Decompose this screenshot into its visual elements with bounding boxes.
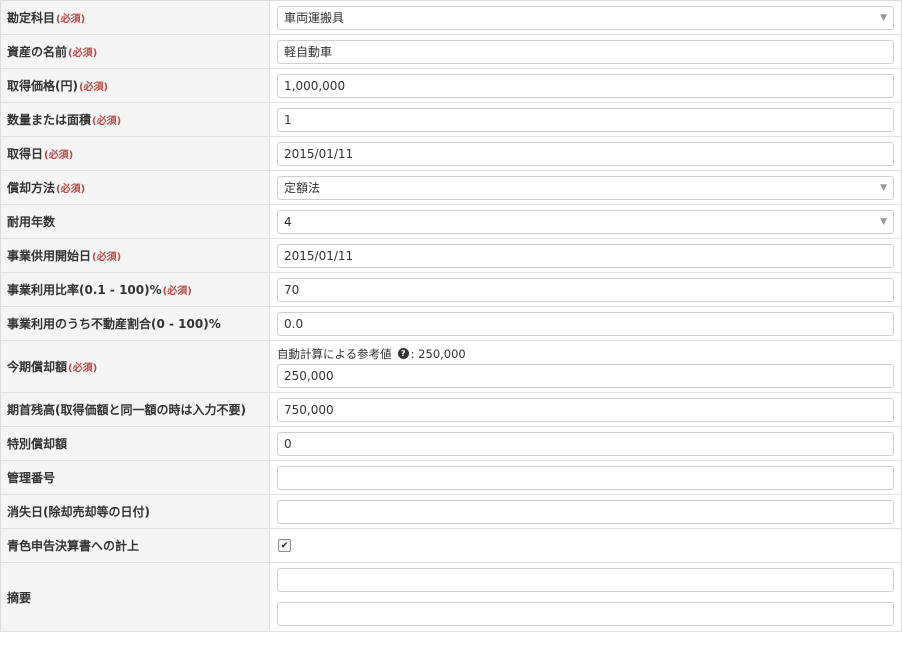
management-number-input[interactable] — [277, 465, 894, 490]
service-start-date-input[interactable]: 2015/01/11 — [277, 243, 894, 268]
label-depreciation-method: 償却方法 (必須) — [1, 171, 270, 204]
label-asset-name: 資産の名前 (必須) — [1, 35, 270, 68]
required-badge: (必須) — [44, 150, 74, 161]
row-quantity: 数量または面積 (必須) 1 — [1, 103, 901, 137]
row-special-depreciation: 特別償却額 0 — [1, 427, 901, 461]
required-badge: (必須) — [92, 116, 122, 127]
disposal-date-input[interactable] — [277, 499, 894, 524]
row-disposal-date: 消失日(除却売却等の日付) — [1, 495, 901, 529]
row-asset-name: 資産の名前 (必須) 軽自動車 — [1, 35, 901, 69]
caret-down-icon: ▼ — [880, 216, 887, 227]
label-acquisition-date: 取得日 (必須) — [1, 137, 270, 170]
required-badge: (必須) — [92, 252, 122, 263]
label-real-estate-ratio: 事業利用のうち不動産割合(0 - 100)% — [1, 307, 270, 340]
label-quantity: 数量または面積 (必須) — [1, 103, 270, 136]
required-badge: (必須) — [56, 14, 86, 25]
quantity-input[interactable]: 1 — [277, 107, 894, 132]
acquisition-date-input[interactable]: 2015/01/11 — [277, 141, 894, 166]
opening-balance-input[interactable]: 750,000 — [277, 397, 894, 422]
label-opening-balance: 期首残高(取得価額と同一額の時は入力不要) — [1, 393, 270, 426]
row-opening-balance: 期首残高(取得価額と同一額の時は入力不要) 750,000 — [1, 393, 901, 427]
acquisition-price-input[interactable]: 1,000,000 — [277, 73, 894, 98]
required-badge: (必須) — [68, 363, 98, 374]
blue-return-checkbox[interactable]: ✔ — [278, 539, 291, 552]
asset-name-input[interactable]: 軽自動車 — [277, 39, 894, 64]
row-acquisition-price: 取得価格(円) (必須) 1,000,000 — [1, 69, 901, 103]
depreciation-method-select[interactable]: 定額法 ▼ — [277, 175, 894, 200]
current-depreciation-input[interactable]: 250,000 — [277, 363, 894, 388]
caret-down-icon: ▼ — [880, 182, 887, 193]
label-blue-return: 青色申告決算書への計上 — [1, 529, 270, 562]
required-badge: (必須) — [162, 286, 192, 297]
label-service-start-date: 事業供用開始日 (必須) — [1, 239, 270, 272]
required-badge: (必須) — [68, 48, 98, 59]
row-business-use-ratio: 事業利用比率(0.1 - 100)% (必須) 70 — [1, 273, 901, 307]
label-management-number: 管理番号 — [1, 461, 270, 494]
row-account: 勘定科目 (必須) 車両運搬具 ▼ — [1, 1, 901, 35]
question-circle-icon[interactable]: ? — [397, 348, 409, 359]
row-current-depreciation: 今期償却額 (必須) 自動計算による参考値 ? : 250,000 250,000 — [1, 341, 901, 393]
required-badge: (必須) — [78, 82, 109, 93]
remarks-input-1[interactable] — [277, 568, 894, 592]
row-depreciation-method: 償却方法 (必須) 定額法 ▼ — [1, 171, 901, 205]
real-estate-ratio-input[interactable]: 0.0 — [277, 311, 894, 336]
account-select[interactable]: 車両運搬具 ▼ — [277, 5, 894, 30]
label-current-depreciation: 今期償却額 (必須) — [1, 341, 270, 392]
label-remarks: 摘要 — [1, 563, 270, 631]
label-account: 勘定科目 (必須) — [1, 1, 270, 34]
special-depreciation-input[interactable]: 0 — [277, 431, 894, 456]
row-acquisition-date: 取得日 (必須) 2015/01/11 — [1, 137, 901, 171]
row-useful-life: 耐用年数 4 ▼ — [1, 205, 901, 239]
asset-form: 勘定科目 (必須) 車両運搬具 ▼ 資産の名前 (必須) 軽自動車 取得価格(円) (必… — [0, 0, 902, 632]
label-special-depreciation: 特別償却額 — [1, 427, 270, 460]
row-management-number: 管理番号 — [1, 461, 901, 495]
label-useful-life: 耐用年数 — [1, 205, 270, 238]
row-blue-return: 青色申告決算書への計上 ✔ — [1, 529, 901, 563]
label-acquisition-price: 取得価格(円) (必須) — [1, 69, 270, 102]
row-remarks: 摘要 — [1, 563, 901, 632]
business-use-ratio-input[interactable]: 70 — [277, 277, 894, 302]
useful-life-select[interactable]: 4 ▼ — [277, 209, 894, 234]
reference-value-hint: 自動計算による参考値 ? : 250,000 — [277, 346, 466, 361]
label-disposal-date: 消失日(除却売却等の日付) — [1, 495, 270, 528]
row-service-start-date: 事業供用開始日 (必須) 2015/01/11 — [1, 239, 901, 273]
row-real-estate-ratio: 事業利用のうち不動産割合(0 - 100)% 0.0 — [1, 307, 901, 341]
remarks-input-2[interactable] — [277, 602, 894, 626]
label-business-use-ratio: 事業利用比率(0.1 - 100)% (必須) — [1, 273, 270, 306]
check-icon: ✔ — [280, 540, 289, 551]
required-badge: (必須) — [56, 184, 86, 195]
caret-down-icon: ▼ — [880, 12, 887, 23]
